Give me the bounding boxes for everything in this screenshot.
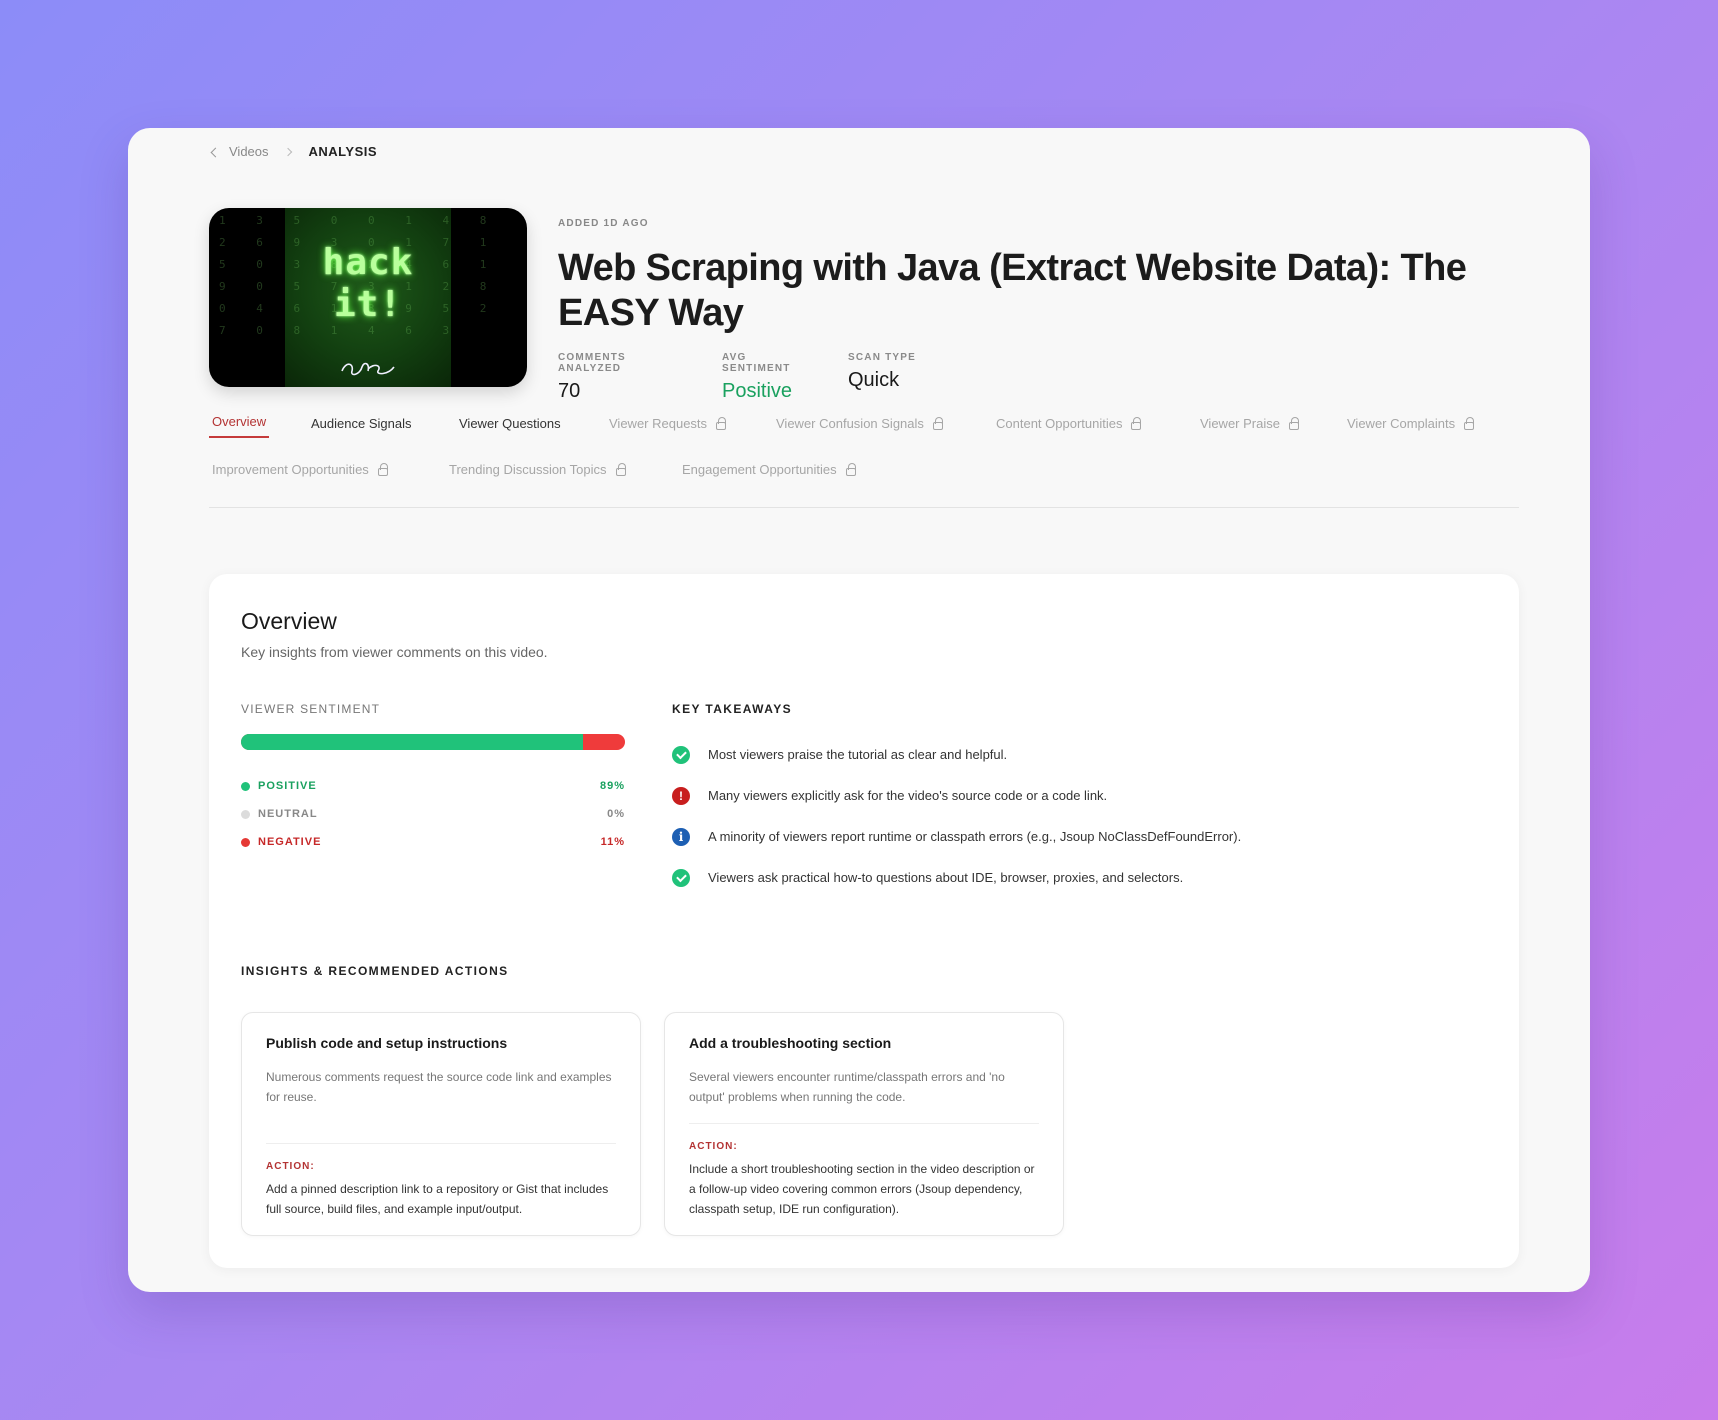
divider (266, 1143, 616, 1144)
action-text: Include a short troubleshooting section … (689, 1162, 1035, 1216)
tab-trending-discussion-topics[interactable]: Trending Discussion Topics (449, 462, 626, 477)
tab-content-opportunities[interactable]: Content Opportunities (996, 416, 1142, 431)
chevron-right-icon (283, 147, 292, 156)
legend-name: POSITIVE (258, 780, 317, 792)
thumbnail-text-line1: hack (322, 242, 414, 283)
insight-card: Add a troubleshooting section Several vi… (664, 1012, 1064, 1236)
tab-label: Content Opportunities (996, 416, 1123, 431)
check-circle-icon (672, 868, 690, 887)
stat-label: AVG SENTIMENT (722, 352, 791, 374)
tab-label: Audience Signals (311, 416, 412, 431)
legend-pct: 89% (599, 780, 625, 792)
stat-value: 70 (558, 380, 581, 402)
thumbnail-text-line2: it! (333, 284, 403, 325)
sentiment-bar (241, 734, 625, 750)
insight-title: Publish code and setup instructions (266, 1035, 508, 1051)
tab-label: Viewer Requests (609, 416, 708, 431)
lock-icon (932, 417, 943, 430)
tab-viewer-complaints[interactable]: Viewer Complaints (1347, 416, 1475, 431)
takeaway-text: Many viewers explicitly ask for the vide… (708, 788, 1108, 803)
chevron-left-icon (210, 147, 221, 157)
tab-label: Viewer Complaints (1347, 416, 1456, 431)
breadcrumb: Videos ANALYSIS (210, 144, 378, 159)
check-circle-icon (672, 745, 690, 764)
takeaway-item: Most viewers praise the tutorial as clea… (672, 734, 1492, 775)
tab-label: Viewer Praise (1200, 416, 1280, 431)
video-title: Web Scraping with Java (Extract Website … (558, 247, 1467, 334)
breadcrumb-videos-link[interactable]: Videos (229, 144, 269, 159)
legend-pct: 0% (607, 808, 625, 820)
lock-icon (716, 417, 727, 430)
lock-icon (1464, 417, 1475, 430)
stats-row: COMMENTS ANALYZED 70 AVG SENTIMENT Posit… (558, 352, 948, 403)
legend-row-positive: POSITIVE 89% (241, 772, 625, 800)
legend-name: NEGATIVE (258, 836, 322, 848)
takeaway-text: A minority of viewers report runtime or … (708, 829, 1242, 844)
tab-label: Trending Discussion Topics (449, 462, 607, 477)
overview-title: Overview (241, 608, 337, 634)
stat-label: COMMENTS ANALYZED (558, 352, 626, 374)
insights-label: INSIGHTS & RECOMMENDED ACTIONS (241, 964, 509, 978)
lock-icon (1131, 417, 1142, 430)
alert-circle-icon: ! (672, 786, 690, 805)
legend-row-negative: NEGATIVE 11% (241, 828, 625, 856)
key-takeaways-label: KEY TAKEAWAYS (672, 702, 793, 716)
app-window: Videos ANALYSIS 1 3 5 0 0 1 4 8 2 6 9 3 … (128, 128, 1590, 1292)
neutral-dot-icon (241, 809, 250, 819)
sentiment-positive-fill (241, 734, 583, 750)
action-label: ACTION: (266, 1161, 315, 1172)
takeaway-item: i A minority of viewers report runtime o… (672, 816, 1492, 857)
tab-viewer-confusion-signals[interactable]: Viewer Confusion Signals (776, 416, 943, 431)
tab-audience-signals[interactable]: Audience Signals (311, 416, 411, 431)
stat-sentiment: AVG SENTIMENT Positive (722, 352, 816, 403)
overview-subtitle: Key insights from viewer comments on thi… (241, 644, 548, 660)
stat-label: SCAN TYPE (848, 352, 917, 363)
insight-card: Publish code and setup instructions Nume… (241, 1012, 641, 1236)
tab-label: Improvement Opportunities (212, 462, 369, 477)
lock-icon (845, 463, 856, 476)
tab-label: Engagement Opportunities (682, 462, 837, 477)
sentiment-legend: POSITIVE 89% NEUTRAL 0% NEGATIVE 11% (241, 772, 625, 856)
overview-card: Overview Key insights from viewer commen… (209, 574, 1519, 1268)
insight-description: Numerous comments request the source cod… (266, 1070, 612, 1104)
positive-dot-icon (241, 781, 250, 791)
legend-name: NEUTRAL (258, 808, 318, 820)
action-text: Add a pinned description link to a repos… (266, 1182, 609, 1216)
insight-description: Several viewers encounter runtime/classp… (689, 1070, 1005, 1104)
legend-row-neutral: NEUTRAL 0% (241, 800, 625, 828)
stat-value: Positive (722, 380, 793, 402)
tab-viewer-praise[interactable]: Viewer Praise (1200, 416, 1299, 431)
action-label: ACTION: (689, 1141, 738, 1152)
key-takeaways-list: Most viewers praise the tutorial as clea… (672, 734, 1492, 898)
tab-viewer-requests[interactable]: Viewer Requests (609, 416, 727, 431)
takeaway-text: Viewers ask practical how-to questions a… (708, 870, 1184, 885)
lock-icon (377, 463, 388, 476)
negative-dot-icon (241, 837, 250, 847)
tab-overview[interactable]: Overview (208, 414, 270, 438)
takeaway-text: Most viewers praise the tutorial as clea… (708, 747, 1008, 762)
breadcrumb-current: ANALYSIS (308, 144, 378, 159)
takeaway-item: ! Many viewers explicitly ask for the vi… (672, 775, 1492, 816)
tab-improvement-opportunities[interactable]: Improvement Opportunities (212, 462, 388, 477)
lock-icon (1288, 417, 1299, 430)
added-date: ADDED 1D AGO (558, 218, 649, 229)
divider (689, 1123, 1039, 1124)
video-thumbnail[interactable]: 1 3 5 0 0 1 4 8 2 6 9 3 0 1 7 1 5 0 3 8 … (209, 208, 527, 387)
lock-icon (615, 463, 626, 476)
tab-label: Overview (212, 414, 267, 429)
stat-comments: COMMENTS ANALYZED 70 (558, 352, 690, 403)
tab-label: Viewer Confusion Signals (776, 416, 924, 431)
tab-label: Viewer Questions (459, 416, 561, 431)
tab-viewer-questions[interactable]: Viewer Questions (459, 416, 561, 431)
info-circle-icon: i (672, 827, 690, 846)
insight-title: Add a troubleshooting section (689, 1035, 892, 1051)
stat-value: Quick (848, 369, 900, 391)
legend-pct: 11% (600, 836, 625, 848)
thumbnail-signature-logo (209, 357, 527, 383)
tab-bar: Overview Audience Signals Viewer Questio… (208, 414, 1519, 508)
tab-engagement-opportunities[interactable]: Engagement Opportunities (682, 462, 856, 477)
takeaway-item: Viewers ask practical how-to questions a… (672, 857, 1492, 898)
stat-scan-type: SCAN TYPE Quick (848, 352, 916, 403)
sentiment-label: VIEWER SENTIMENT (241, 702, 381, 716)
